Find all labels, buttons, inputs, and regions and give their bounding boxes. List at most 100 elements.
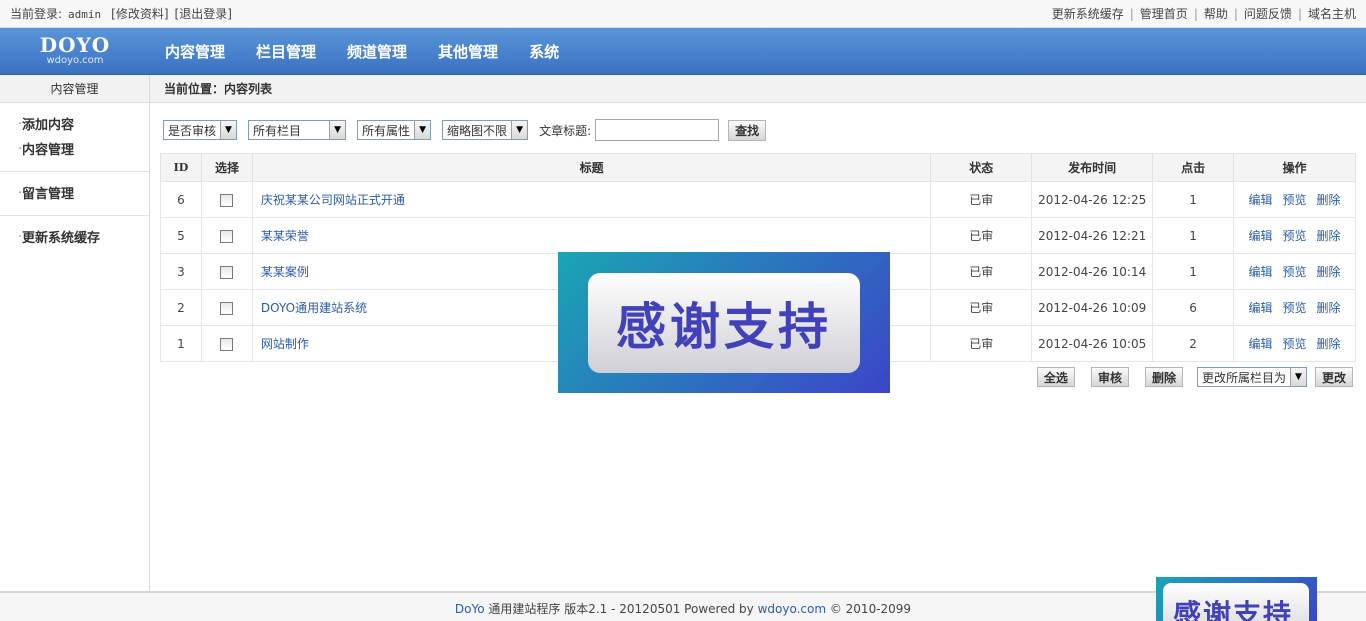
nav-content[interactable]: 内容管理 — [165, 41, 225, 62]
thanks-banner-small: 感谢支持 — [1156, 577, 1317, 621]
chevron-down-icon: ▼ — [329, 121, 346, 139]
col-title: 标题 — [251, 153, 932, 182]
preview-link[interactable]: 预览 — [1283, 229, 1307, 243]
sidebar-item-update-cache[interactable]: 更新系统缓存 — [0, 226, 149, 251]
row-status: 已审 — [930, 325, 1033, 362]
row-checkbox[interactable] — [220, 265, 234, 279]
edit-profile-link[interactable]: [修改资料] — [111, 7, 168, 21]
logout-link[interactable]: [退出登录] — [175, 7, 232, 21]
row-clicks: 1 — [1152, 253, 1235, 290]
preview-link[interactable]: 预览 — [1283, 301, 1307, 315]
footer-site-link[interactable]: wdoyo.com — [758, 602, 826, 616]
preview-link[interactable]: 预览 — [1283, 193, 1307, 207]
row-ops: 编辑 预览 删除 — [1233, 253, 1356, 290]
top-separator: | — [1297, 7, 1302, 21]
chevron-down-icon: ▼ — [511, 121, 528, 139]
row-checkbox-cell — [200, 217, 253, 254]
header: DOYO wdoyo.com 内容管理 栏目管理 频道管理 其他管理 系统 — [0, 28, 1366, 75]
top-link-domain[interactable]: 域名主机 — [1308, 7, 1356, 21]
table-row: 5 某某荣誉 已审 2012-04-26 12:21 1 编辑 预览 删除 — [160, 217, 1356, 254]
row-checkbox-cell — [200, 253, 253, 290]
sidebar-group-content: 添加内容 内容管理 — [0, 103, 149, 172]
top-link-home[interactable]: 管理首页 — [1140, 7, 1188, 21]
row-checkbox[interactable] — [220, 229, 234, 243]
row-checkbox[interactable] — [220, 301, 234, 315]
delete-link[interactable]: 删除 — [1317, 193, 1341, 207]
row-checkbox[interactable] — [220, 193, 234, 207]
col-select: 选择 — [200, 153, 253, 182]
row-clicks: 1 — [1152, 181, 1235, 218]
nav-other[interactable]: 其他管理 — [438, 41, 498, 62]
edit-link[interactable]: 编辑 — [1248, 337, 1272, 351]
row-checkbox[interactable] — [220, 337, 234, 351]
top-link-update-cache[interactable]: 更新系统缓存 — [1052, 7, 1124, 21]
delete-button[interactable]: 删除 — [1144, 367, 1183, 387]
row-title-link[interactable]: 某某荣誉 — [261, 229, 309, 243]
row-ops: 编辑 预览 删除 — [1233, 181, 1356, 218]
row-time: 2012-04-26 12:21 — [1031, 217, 1154, 254]
footer-brand[interactable]: DoYo — [455, 602, 485, 616]
attribute-select[interactable]: 所有属性 ▼ — [357, 120, 432, 140]
main-nav: 内容管理 栏目管理 频道管理 其他管理 系统 — [150, 41, 575, 62]
edit-link[interactable]: 编辑 — [1248, 229, 1272, 243]
table-header-row: ID 选择 标题 状态 发布时间 点击 操作 — [160, 153, 1356, 182]
top-separator: | — [1233, 7, 1238, 21]
column-select[interactable]: 所有栏目 ▼ — [248, 120, 347, 140]
row-ops: 编辑 预览 删除 — [1233, 289, 1356, 326]
review-select[interactable]: 是否审核 ▼ — [163, 120, 238, 140]
edit-link[interactable]: 编辑 — [1248, 301, 1272, 315]
review-button[interactable]: 审核 — [1090, 367, 1129, 387]
row-clicks: 1 — [1152, 217, 1235, 254]
nav-columns[interactable]: 栏目管理 — [256, 41, 316, 62]
edit-link[interactable]: 编辑 — [1248, 265, 1272, 279]
row-clicks: 2 — [1152, 325, 1235, 362]
col-status: 状态 — [930, 153, 1033, 182]
chevron-down-icon: ▼ — [220, 121, 237, 139]
search-button[interactable]: 查找 — [728, 119, 767, 141]
row-title-link[interactable]: 庆祝某某公司网站正式开通 — [261, 193, 405, 207]
row-title-cell: 某某荣誉 — [251, 217, 932, 254]
preview-link[interactable]: 预览 — [1283, 337, 1307, 351]
change-column-select[interactable]: 更改所属栏目为 ▼ — [1196, 367, 1307, 387]
title-search-input[interactable] — [595, 119, 720, 141]
chevron-down-icon: ▼ — [414, 121, 431, 139]
change-button[interactable]: 更改 — [1314, 367, 1353, 387]
thumb-select-value: 缩略图不限 — [447, 123, 508, 138]
logo: DOYO wdoyo.com — [0, 28, 150, 75]
footer-copyright: © 2010-2099 — [829, 602, 912, 616]
sidebar: 内容管理 添加内容 内容管理 留言管理 更新系统缓存 — [0, 75, 150, 591]
review-select-value: 是否审核 — [168, 123, 217, 138]
column-select-value: 所有栏目 — [253, 123, 302, 138]
row-status: 已审 — [930, 289, 1033, 326]
delete-link[interactable]: 删除 — [1317, 265, 1341, 279]
select-all-button[interactable]: 全选 — [1036, 367, 1075, 387]
thumb-select[interactable]: 缩略图不限 ▼ — [442, 120, 529, 140]
nav-system[interactable]: 系统 — [529, 41, 559, 62]
row-title-link[interactable]: 某某案例 — [261, 265, 309, 279]
delete-link[interactable]: 删除 — [1317, 301, 1341, 315]
top-link-feedback[interactable]: 问题反馈 — [1244, 7, 1292, 21]
row-ops: 编辑 预览 删除 — [1233, 325, 1356, 362]
breadcrumb: 当前位置：内容列表 — [150, 75, 1366, 103]
row-ops: 编辑 预览 删除 — [1233, 217, 1356, 254]
sidebar-item-add-content[interactable]: 添加内容 — [0, 113, 149, 138]
username: admin — [68, 8, 102, 21]
row-title-link[interactable]: 网站制作 — [261, 337, 309, 351]
top-links: 更新系统缓存 | 管理首页 | 帮助 | 问题反馈 | 域名主机 — [1052, 5, 1356, 22]
table-row: 6 庆祝某某公司网站正式开通 已审 2012-04-26 12:25 1 编辑预… — [160, 181, 1356, 218]
title-label: 文章标题: — [539, 123, 592, 138]
delete-link[interactable]: 删除 — [1317, 229, 1341, 243]
preview-link[interactable]: 预览 — [1283, 265, 1307, 279]
top-link-help[interactable]: 帮助 — [1204, 7, 1228, 21]
nav-channels[interactable]: 频道管理 — [347, 41, 407, 62]
row-title-link[interactable]: DOYO通用建站系统 — [261, 301, 367, 315]
edit-link[interactable]: 编辑 — [1248, 193, 1272, 207]
delete-link[interactable]: 删除 — [1317, 337, 1341, 351]
col-clicks: 点击 — [1152, 153, 1235, 182]
row-status: 已审 — [930, 217, 1033, 254]
row-id: 5 — [160, 217, 202, 254]
top-bar: 当前登录: admin [修改资料] [退出登录] 更新系统缓存 | 管理首页 | 帮助 | 问题… — [0, 0, 1366, 28]
row-title-cell: 庆祝某某公司网站正式开通 — [251, 181, 932, 218]
sidebar-item-manage-content[interactable]: 内容管理 — [0, 138, 149, 163]
sidebar-item-messages[interactable]: 留言管理 — [0, 182, 149, 207]
